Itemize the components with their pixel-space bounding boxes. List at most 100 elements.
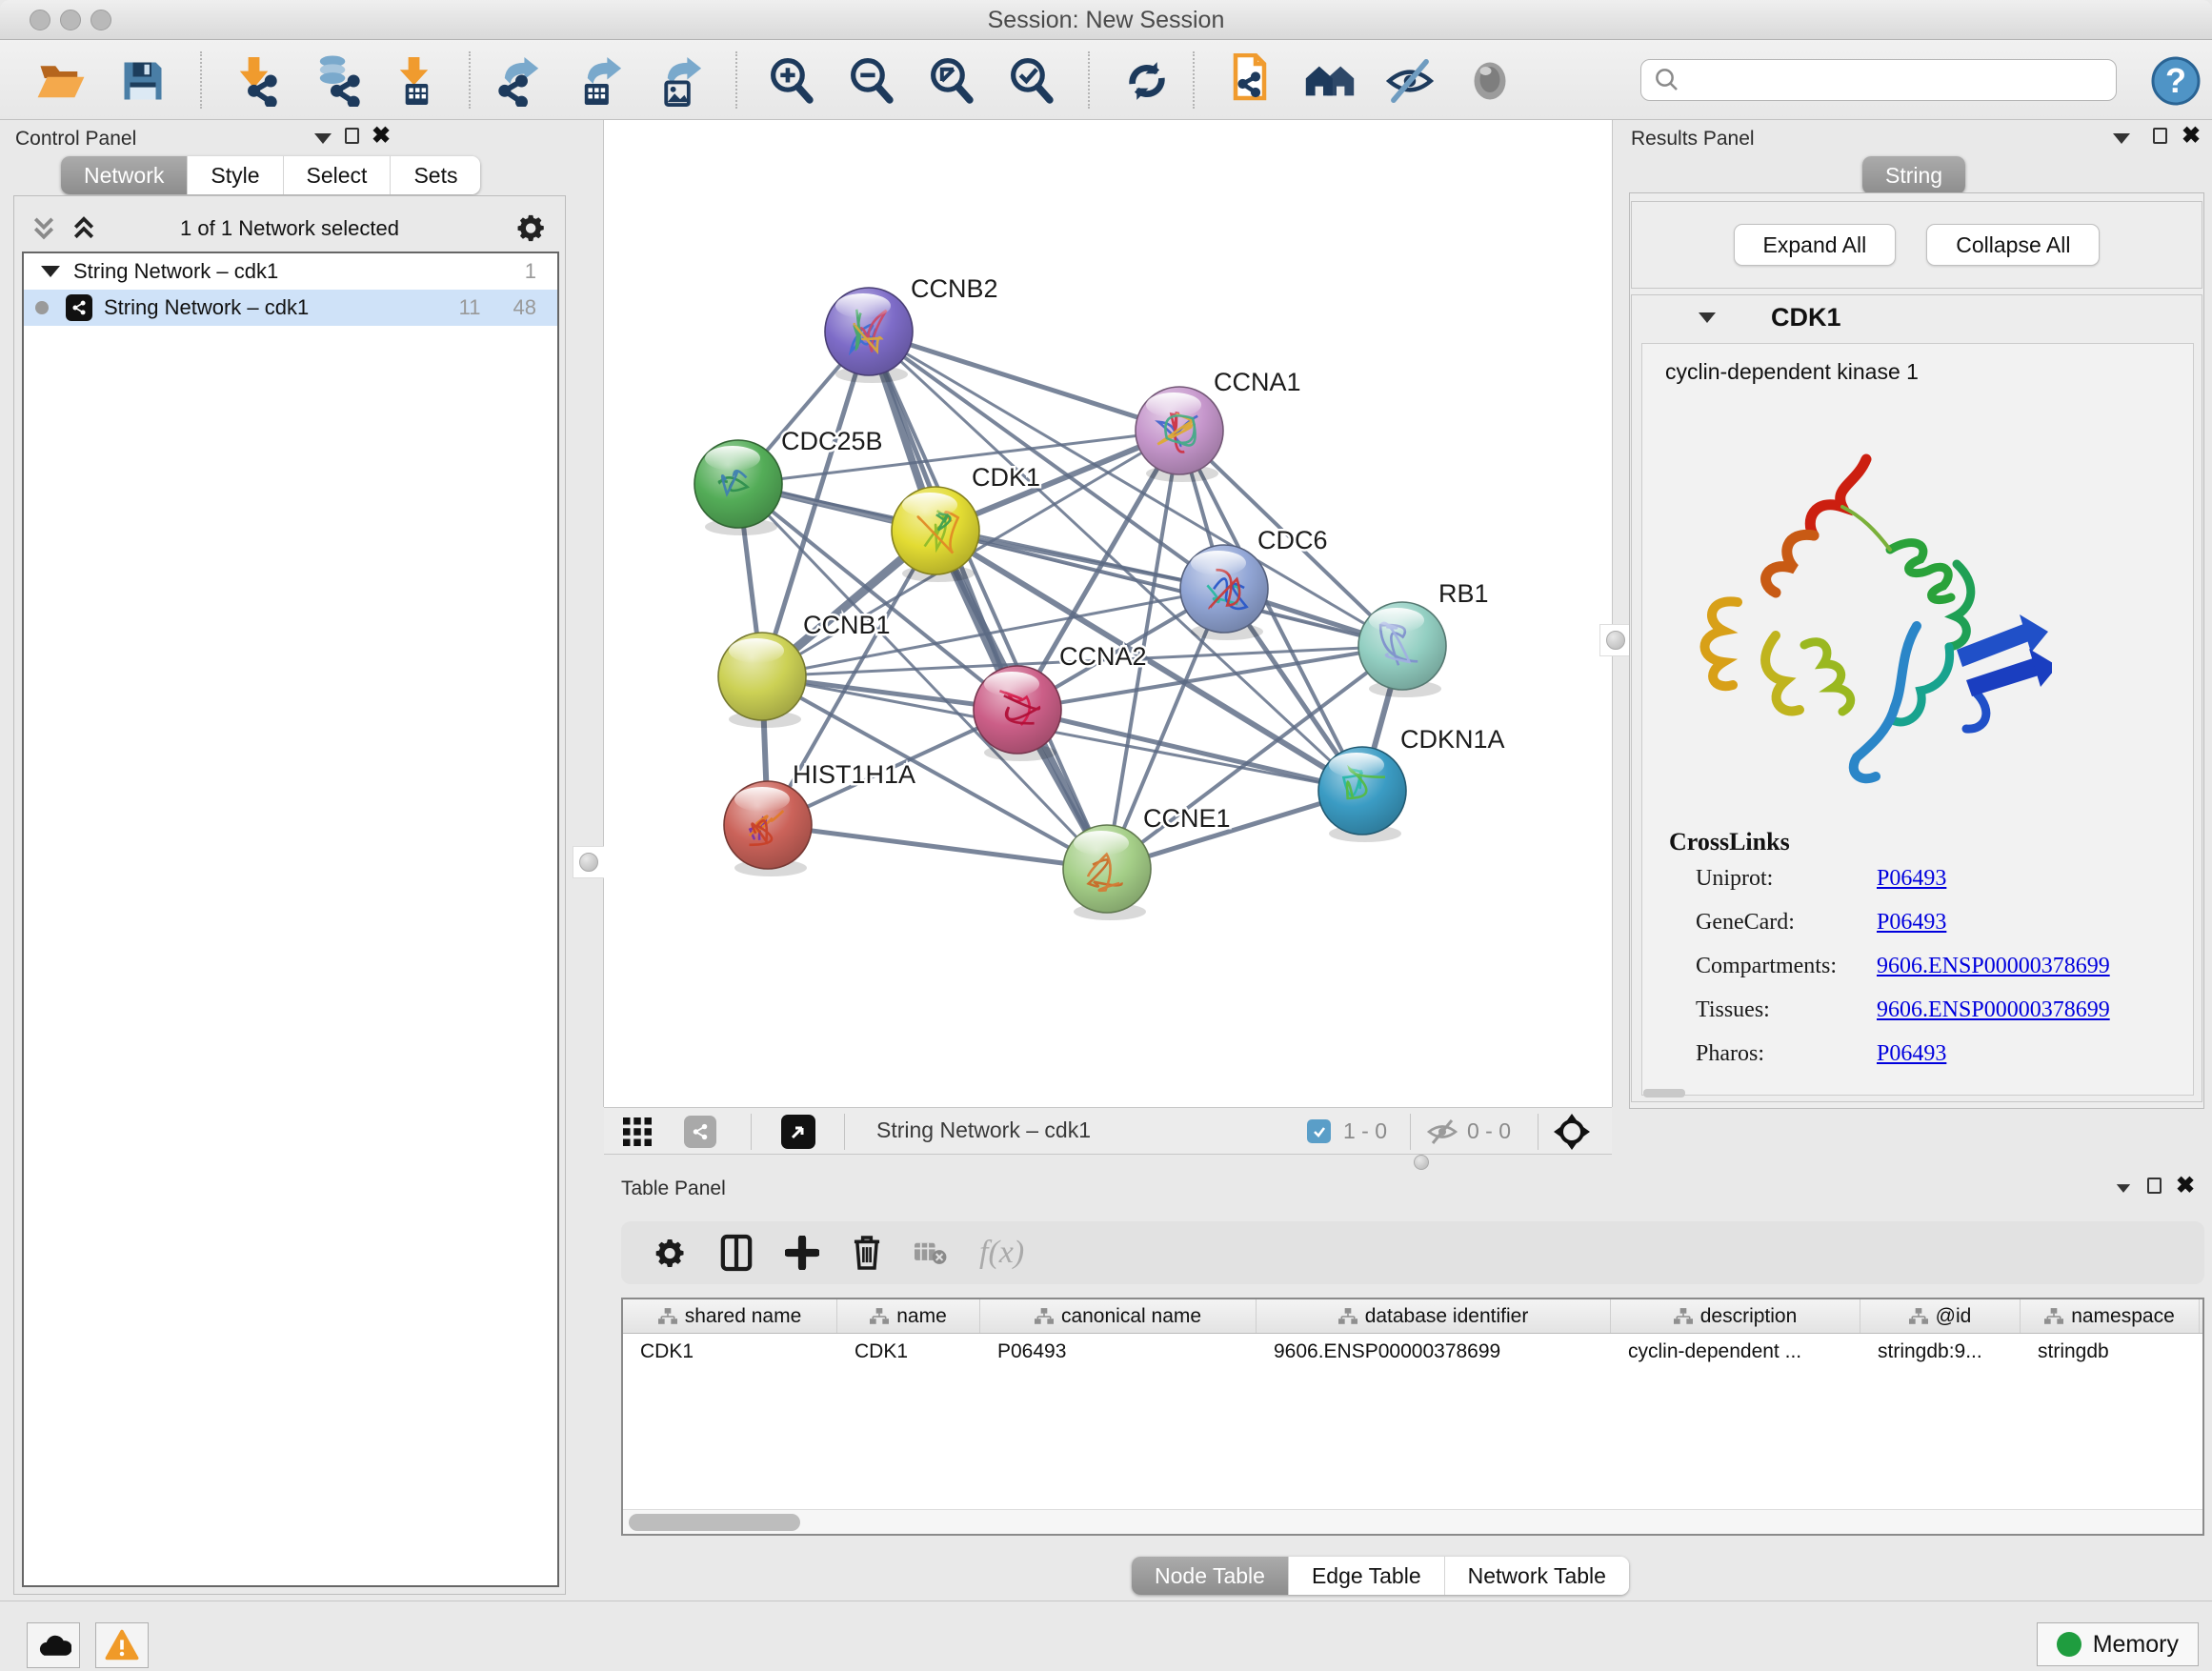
column-header-namespace[interactable]: namespace [2021, 1299, 2200, 1333]
network-node-ccna1[interactable] [1136, 387, 1223, 482]
help-icon[interactable]: ? [2149, 55, 2202, 107]
export-image-icon[interactable] [654, 55, 707, 107]
delete-column-icon[interactable] [852, 1235, 882, 1271]
column-header--id[interactable]: @id [1860, 1299, 2021, 1333]
save-session-icon[interactable] [116, 55, 170, 107]
crosslink-link[interactable]: 9606.ENSP00000378699 [1877, 954, 2110, 978]
status-bar: Memory [0, 1601, 2212, 1671]
network-canvas[interactable]: CCNB2CCNA1CDC25BCDK1CDC6RB1CCNB1CCNA2CDK… [604, 120, 1612, 1107]
column-header-name[interactable]: name [837, 1299, 980, 1333]
tab-node-table[interactable]: Node Table [1132, 1557, 1288, 1595]
left-splitter[interactable] [575, 120, 604, 1107]
right-splitter[interactable] [1612, 120, 1619, 1107]
birdseye-view-icon[interactable] [781, 1115, 815, 1149]
search-input[interactable] [1689, 62, 2116, 98]
collection-expander-icon[interactable] [41, 266, 60, 277]
crosshair-icon[interactable] [1553, 1113, 1591, 1151]
cloud-button[interactable] [27, 1622, 80, 1668]
horizontal-splitter[interactable] [604, 1155, 2212, 1172]
add-column-icon[interactable] [785, 1236, 819, 1270]
crosslink-label: Tissues: [1696, 988, 1877, 1032]
node-label-cdc6: CDC6 [1257, 526, 1328, 554]
table-panel-float-icon[interactable] [2147, 1178, 2162, 1194]
network-node-cdk1[interactable] [892, 487, 979, 582]
control-panel-menu-icon[interactable] [314, 133, 332, 144]
tab-sets[interactable]: Sets [390, 156, 480, 194]
network-options-gear-icon[interactable] [515, 211, 548, 244]
zoom-fit-icon[interactable] [924, 55, 977, 107]
table-row[interactable]: CDK1CDK1P064939606.ENSP00000378699cyclin… [623, 1334, 2202, 1370]
crosslink-link[interactable]: P06493 [1877, 910, 1946, 935]
open-file-icon[interactable] [34, 55, 88, 107]
tab-network[interactable]: Network [61, 156, 187, 194]
crosslink-label: GeneCard: [1696, 900, 1877, 944]
tab-select[interactable]: Select [283, 156, 391, 194]
warning-button[interactable] [95, 1622, 149, 1668]
gene-section-header[interactable]: CDK1 [1632, 295, 2202, 339]
import-network-file-icon[interactable] [229, 55, 282, 107]
crosslink-link[interactable]: P06493 [1877, 1041, 1946, 1066]
network-node-cdc6[interactable] [1180, 545, 1268, 640]
hide-graphics-details-icon[interactable] [1383, 55, 1437, 107]
import-network-database-icon[interactable] [309, 55, 362, 107]
zoom-in-icon[interactable] [764, 55, 817, 107]
results-panel-float-icon[interactable] [2153, 128, 2167, 144]
memory-button[interactable]: Memory [2037, 1622, 2199, 1666]
homes-icon[interactable] [1303, 55, 1357, 107]
network-node-cdc25b[interactable] [694, 440, 782, 535]
tab-string[interactable]: String [1862, 156, 1965, 194]
network-collection-row[interactable]: String Network – cdk1 1 [24, 253, 557, 290]
tab-network-table[interactable]: Network Table [1444, 1557, 1629, 1595]
results-panel-close-icon[interactable]: ✖ [2182, 128, 2201, 144]
table-panel-title: Table Panel [621, 1178, 726, 1200]
tab-edge-table[interactable]: Edge Table [1288, 1557, 1444, 1595]
tab-style[interactable]: Style [187, 156, 282, 194]
left-splitter-handle[interactable] [573, 846, 605, 878]
grid-view-icon[interactable] [623, 1117, 652, 1146]
show-graphics-details-icon[interactable] [1463, 55, 1517, 107]
table-panel-menu-icon[interactable] [2117, 1184, 2130, 1193]
column-header-canonical-name[interactable]: canonical name [980, 1299, 1257, 1333]
column-tree-icon [1338, 1308, 1357, 1325]
column-header-database-identifier[interactable]: database identifier [1257, 1299, 1611, 1333]
network-edge[interactable] [869, 332, 1179, 431]
export-network-icon[interactable] [493, 55, 547, 107]
network-node-rb1[interactable] [1358, 602, 1446, 697]
gene-expander-icon[interactable] [1699, 312, 1716, 323]
table-settings-gear-icon[interactable] [654, 1236, 688, 1270]
toggle-columns-icon[interactable] [720, 1234, 753, 1272]
control-panel-close-icon[interactable]: ✖ [372, 128, 391, 144]
network-node-ccne1[interactable] [1063, 825, 1151, 920]
crosslink-link[interactable]: 9606.ENSP00000378699 [1877, 997, 2110, 1022]
network-edge[interactable] [768, 825, 1107, 869]
share-network-icon[interactable] [684, 1116, 716, 1148]
export-table-icon[interactable] [573, 55, 627, 107]
collapse-all-button[interactable]: Collapse All [1926, 224, 2100, 266]
string-document-icon[interactable] [1223, 55, 1277, 107]
control-panel-float-icon[interactable] [345, 128, 359, 144]
expand-all-button[interactable]: Expand All [1734, 224, 1897, 266]
results-panel-menu-icon[interactable] [2113, 133, 2130, 144]
table-horizontal-scrollbar-thumb[interactable] [629, 1514, 800, 1531]
table-panel-close-icon[interactable]: ✖ [2176, 1178, 2195, 1194]
selected-node-edge-counts: 1 - 0 [1343, 1118, 1387, 1144]
import-table-file-icon[interactable] [389, 55, 442, 107]
function-builder-icon: f(x) [979, 1235, 1024, 1271]
node-label-ccnb1: CCNB1 [803, 611, 891, 639]
network-edge[interactable] [1017, 710, 1362, 791]
horizontal-splitter-handle[interactable] [1414, 1155, 1429, 1170]
crosslink-link[interactable]: P06493 [1877, 866, 1946, 891]
zoom-selected-icon[interactable] [1004, 55, 1057, 107]
cloud-icon [35, 1631, 71, 1660]
network-row[interactable]: String Network – cdk1 11 48 [24, 290, 557, 326]
column-header-shared-name[interactable]: shared name [623, 1299, 837, 1333]
refresh-icon[interactable] [1120, 55, 1174, 107]
results-scrollbar-thumb[interactable] [1643, 1089, 1685, 1097]
network-node-ccnb1[interactable] [718, 633, 806, 728]
zoom-out-icon[interactable] [844, 55, 897, 107]
network-node-cdkn1a[interactable] [1318, 747, 1406, 842]
network-node-hist1h1a[interactable] [724, 781, 812, 876]
table-horizontal-scrollbar[interactable] [623, 1509, 2202, 1534]
selected-checkbox[interactable] [1307, 1119, 1331, 1143]
column-header-description[interactable]: description [1611, 1299, 1860, 1333]
